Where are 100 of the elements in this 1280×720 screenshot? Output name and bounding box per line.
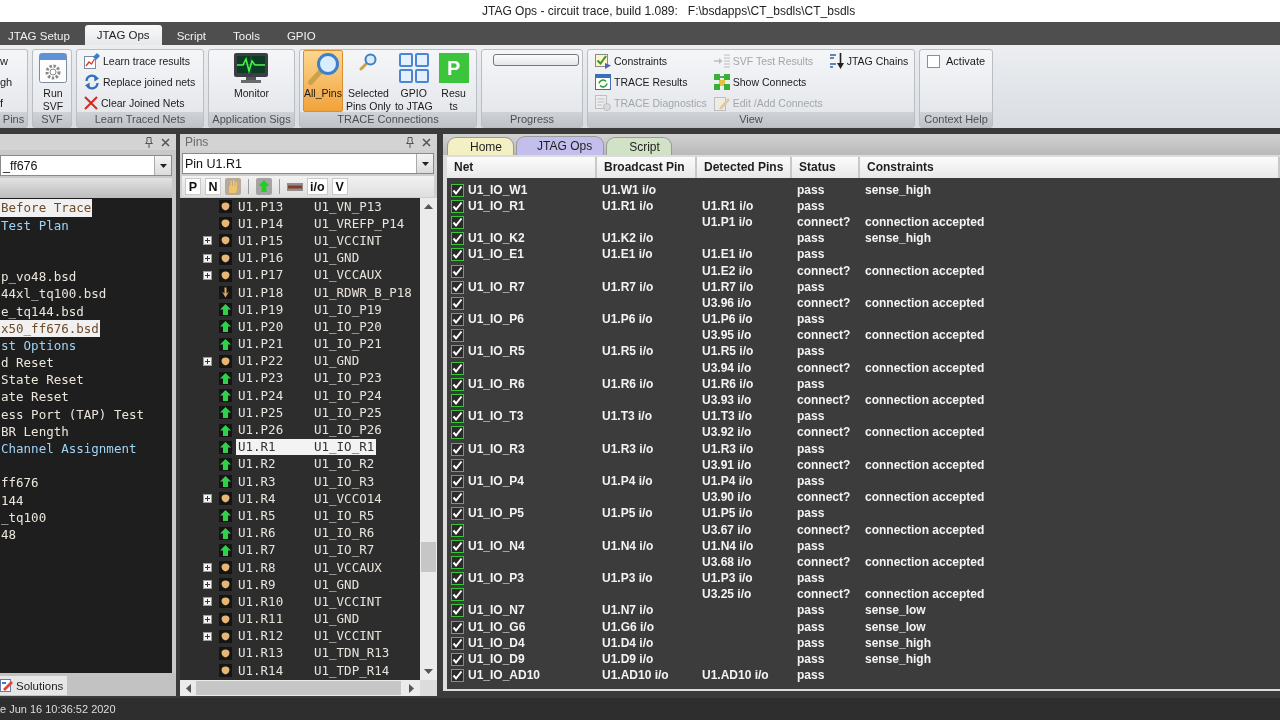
pin-icon[interactable] (145, 136, 153, 148)
caret-right-icon[interactable] (409, 683, 414, 693)
row-checkbox[interactable] (451, 345, 464, 359)
row-checkbox[interactable] (451, 329, 464, 343)
tree-item[interactable]: 144 (0, 491, 25, 509)
ribbon-tab[interactable]: GPIO (274, 26, 328, 45)
ribbon-tab[interactable]: JTAG Ops (84, 25, 162, 45)
ribbon-button[interactable]: w (0, 50, 13, 71)
tree-row[interactable]: U1.P20 U1_IO_P20 (203, 318, 420, 336)
tree-item[interactable]: Channel Assignment (0, 440, 138, 458)
row-checkbox[interactable] (451, 426, 464, 440)
tree-row[interactable]: U1.R12 U1_VCCINT (203, 627, 420, 645)
row-checkbox[interactable] (451, 653, 464, 667)
tree-row[interactable]: U1.P22 U1_GND (203, 352, 420, 370)
column-header[interactable]: Status (792, 157, 860, 178)
tree-row[interactable]: U1.P26 U1_IO_P26 (203, 421, 420, 439)
row-checkbox[interactable] (451, 555, 464, 569)
tree-item[interactable]: ff676 (0, 474, 40, 492)
document-tab[interactable]: Home (447, 137, 514, 155)
tree-item[interactable]: BR Length (0, 422, 70, 441)
row-checkbox[interactable] (451, 232, 464, 246)
tree-row[interactable]: U1.R6 U1_IO_R6 (203, 524, 420, 542)
tree-row[interactable]: U1.R14 U1_TDP_R14 (203, 662, 420, 680)
toolbar-button[interactable]: V (331, 178, 348, 195)
checkbox[interactable] (927, 54, 940, 68)
row-checkbox[interactable] (451, 572, 464, 586)
ribbon-button[interactable]: JTAG Chains (828, 50, 910, 71)
tree-row[interactable]: U1.R10 U1_VCCINT (203, 593, 420, 611)
horizontal-scrollbar[interactable] (180, 680, 420, 696)
ribbon-button[interactable]: Show Connects (712, 71, 824, 92)
ribbon-button[interactable]: Clear Joined Nets (83, 92, 197, 113)
row-checkbox[interactable] (451, 491, 464, 505)
tree-row[interactable]: U1.P14 U1_VREFP_P14 (203, 215, 420, 233)
tree-item[interactable]: e_tq144.bsd (0, 302, 85, 320)
checkbox-option[interactable]: Activate (927, 53, 986, 69)
row-checkbox[interactable] (451, 361, 464, 375)
row-checkbox[interactable] (451, 410, 464, 424)
dropdown-button[interactable] (416, 154, 433, 173)
scrollbar-thumb[interactable] (421, 542, 436, 572)
document-tab[interactable]: Script (606, 137, 672, 155)
ribbon-button[interactable]: Learn trace results (83, 50, 197, 71)
toolbar-button[interactable]: P (185, 178, 201, 195)
row-checkbox[interactable] (451, 248, 464, 262)
dropdown-field[interactable]: _ff676 (0, 155, 172, 176)
tree-item[interactable]: ess Port (TAP) Test (0, 405, 145, 423)
tree-row[interactable]: U1.P18 U1_RDWR_B_P18 (203, 283, 420, 302)
row-checkbox[interactable] (451, 296, 464, 310)
vertical-scrollbar[interactable] (420, 198, 437, 680)
tree-row[interactable]: U1.P13 U1_VN_P13 (203, 198, 420, 216)
expand-icon[interactable] (203, 236, 212, 246)
row-checkbox[interactable] (451, 507, 464, 521)
row-checkbox[interactable] (451, 394, 464, 408)
row-checkbox[interactable] (451, 183, 464, 197)
tree-item[interactable]: st Options (0, 336, 78, 355)
expand-icon[interactable] (203, 614, 212, 624)
panel-tab[interactable]: Solutions (0, 676, 68, 695)
row-checkbox[interactable] (451, 199, 464, 213)
tree-row[interactable]: U1.P21 U1_IO_P21 (203, 335, 420, 353)
row-checkbox[interactable] (451, 523, 464, 537)
column-header[interactable]: Detected Pins (697, 157, 792, 178)
ribbon-button[interactable]: P Resu ts (435, 50, 472, 112)
tree-row[interactable]: U1.R13 U1_TDN_R13 (203, 644, 420, 663)
tree-item[interactable]: 44xl_tq100.bsd (0, 285, 108, 303)
ribbon-tab[interactable]: Script (164, 26, 219, 45)
dropdown-field[interactable]: Pin U1.R1 (182, 153, 434, 174)
tree-item[interactable]: d Reset (0, 354, 55, 372)
expand-icon[interactable] (203, 253, 212, 263)
tree-item[interactable]: x50_ff676.bsd (0, 319, 100, 337)
ribbon-button[interactable]: gh (0, 71, 13, 92)
tree-row[interactable]: U1.R11 U1_GND (203, 610, 420, 628)
pin-icon[interactable] (406, 136, 414, 148)
caret-down-icon[interactable] (424, 669, 433, 674)
column-header[interactable]: Broadcast Pin (597, 157, 697, 178)
tree-row[interactable]: U1.R8 U1_VCCAUX (203, 558, 420, 577)
row-checkbox[interactable] (451, 377, 464, 391)
tree-item[interactable]: Test Plan (0, 216, 70, 234)
dash-icon[interactable] (287, 182, 303, 191)
row-checkbox[interactable] (451, 264, 464, 278)
column-header[interactable]: Constraints (860, 157, 1280, 178)
tree-item[interactable]: 48 (0, 525, 18, 544)
tree-row[interactable]: U1.P16 U1_GND (203, 249, 420, 267)
ribbon-button[interactable]: Run SVF (35, 50, 71, 112)
row-checkbox[interactable] (451, 620, 464, 634)
tree-row[interactable]: U1.P19 U1_IO_P19 (203, 301, 420, 319)
caret-up-icon[interactable] (424, 204, 433, 209)
ribbon-button[interactable]: Replace joined nets (83, 71, 197, 92)
tree-row[interactable]: U1.R9 U1_GND (203, 576, 420, 594)
expand-icon[interactable] (203, 563, 212, 573)
tree-row[interactable]: U1.P25 U1_IO_P25 (203, 404, 420, 422)
tree-row[interactable]: U1.R3 U1_IO_R3 (203, 473, 420, 491)
expand-icon[interactable] (203, 597, 212, 607)
row-checkbox[interactable] (451, 588, 464, 602)
row-checkbox[interactable] (451, 669, 464, 683)
tree-item[interactable]: ate Reset (0, 388, 70, 406)
dropdown-button[interactable] (154, 156, 171, 175)
row-checkbox[interactable] (451, 215, 464, 229)
ribbon-button[interactable]: GPIO to JTAG (393, 50, 434, 112)
ribbon-tab[interactable]: Tools (221, 26, 272, 45)
close-icon[interactable] (422, 137, 431, 147)
row-checkbox[interactable] (451, 539, 464, 553)
